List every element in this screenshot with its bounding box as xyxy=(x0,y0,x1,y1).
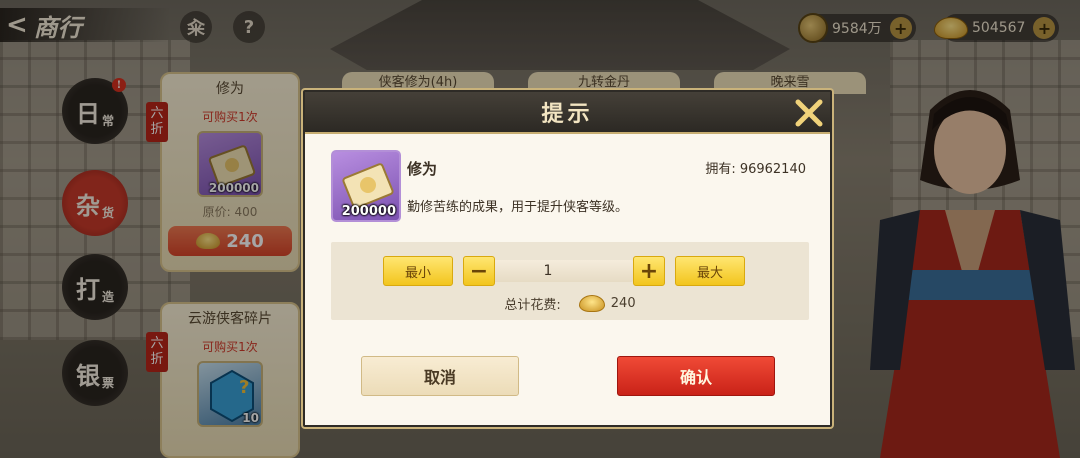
confirm-label: 确认 xyxy=(679,368,712,387)
close-icon[interactable] xyxy=(792,96,826,130)
item-icon-frame: 200000 xyxy=(331,150,401,222)
total-cost-label: 总计花费: xyxy=(504,298,561,313)
plus-icon: + xyxy=(639,258,659,284)
total-cost-value: 240 xyxy=(610,296,636,311)
max-label: 最大 xyxy=(696,265,723,281)
item-name: 修为 xyxy=(407,160,438,178)
dialog-header: 提示 xyxy=(305,92,830,134)
dialog-title: 提示 xyxy=(541,101,594,127)
increment-button[interactable]: + xyxy=(633,256,665,286)
max-quantity-button[interactable]: 最大 xyxy=(675,256,745,286)
min-label: 最小 xyxy=(404,265,431,281)
quantity-value[interactable]: 1 xyxy=(463,260,633,282)
gold-ingot-icon xyxy=(578,295,605,312)
item-quantity: 200000 xyxy=(341,204,396,219)
confirm-button[interactable]: 确认 xyxy=(617,356,775,396)
purchase-dialog: 提示 200000 修为 拥有: 96962140 勤修苦练的成果，用于提升侠客… xyxy=(303,90,832,427)
item-description: 勤修苦练的成果，用于提升侠客等级。 xyxy=(407,200,629,215)
total-cost-row: 总计花费: 240 xyxy=(331,294,809,313)
owned-count: 拥有: 96962140 xyxy=(705,162,806,177)
cancel-label: 取消 xyxy=(423,368,456,387)
cancel-button[interactable]: 取消 xyxy=(361,356,519,396)
min-quantity-button[interactable]: 最小 xyxy=(383,256,453,286)
quantity-panel: 最小 − 1 + 最大 总计花费: 240 xyxy=(331,242,809,320)
